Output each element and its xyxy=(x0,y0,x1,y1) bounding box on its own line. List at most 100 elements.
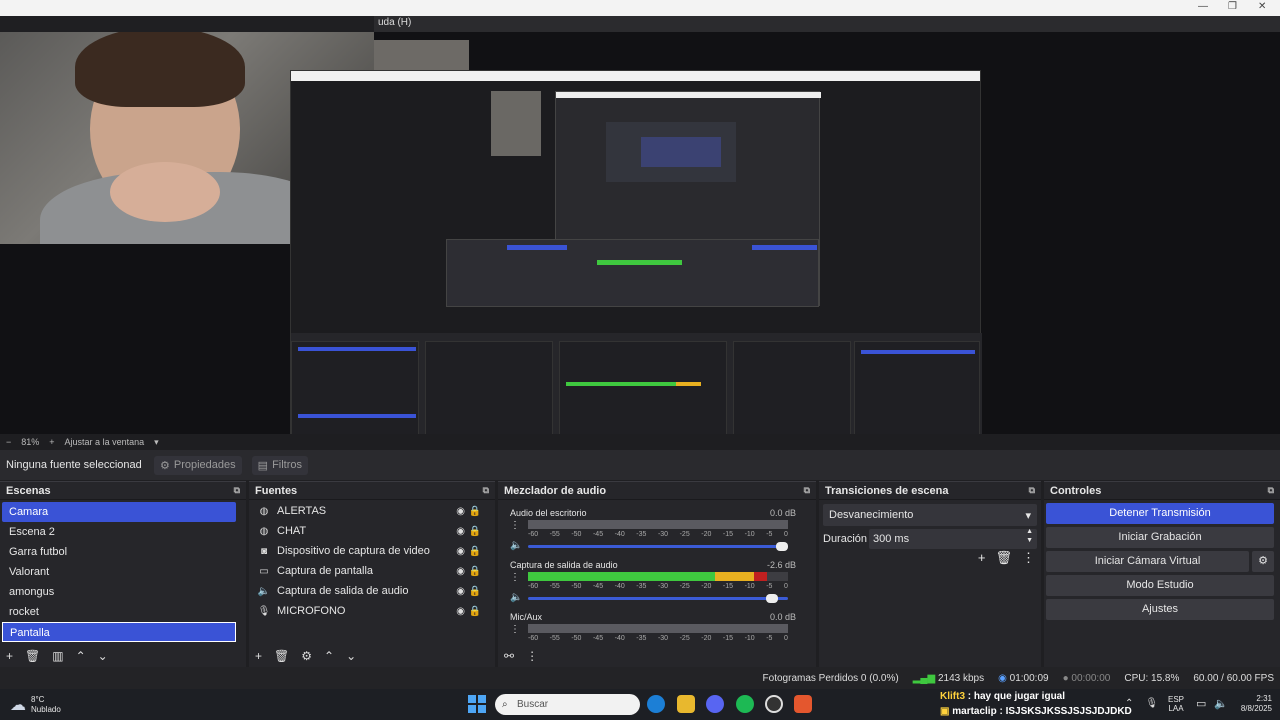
scene-item[interactable]: amongus xyxy=(2,582,236,602)
brave-icon[interactable] xyxy=(794,695,812,713)
lock-icon[interactable]: 🔒 xyxy=(469,526,481,537)
stop-stream-button[interactable]: Detener Transmisión xyxy=(1046,503,1274,524)
filter-icon[interactable]: ▥ xyxy=(52,649,63,663)
search-placeholder: Buscar xyxy=(517,699,549,710)
eye-icon[interactable]: ◉ xyxy=(456,506,465,517)
windows-start-icon[interactable] xyxy=(468,695,486,713)
zoom-in-button[interactable]: + xyxy=(49,437,54,447)
duration-label: Duración xyxy=(823,533,868,545)
link-icon[interactable]: ⚯ xyxy=(504,649,514,663)
lock-icon[interactable]: 🔒 xyxy=(469,606,481,617)
minimize-button[interactable]: — xyxy=(1198,1,1208,12)
camera-icon: ◙ xyxy=(260,545,268,557)
popout-icon[interactable]: ⧉ xyxy=(234,485,240,496)
chevron-up-icon[interactable]: ⌃ xyxy=(76,649,86,663)
eye-icon[interactable]: ◉ xyxy=(456,546,465,557)
zoom-dropdown[interactable]: ▾ xyxy=(154,437,159,448)
transition-select[interactable]: Desvanecimiento ▾ xyxy=(823,504,1037,526)
folder-icon[interactable] xyxy=(677,695,695,713)
obs-icon[interactable] xyxy=(765,695,783,713)
system-tray[interactable]: ▭ 🔈 xyxy=(1196,697,1228,710)
add-icon[interactable]: + xyxy=(255,649,262,663)
settings-button[interactable]: Ajustes xyxy=(1046,599,1274,620)
edge-icon[interactable] xyxy=(647,695,665,713)
tick-label: -45 xyxy=(592,531,604,538)
preview-canvas[interactable] xyxy=(0,32,1280,460)
speaker-icon[interactable]: 🔈 xyxy=(510,592,522,603)
source-item[interactable]: ◍ ALERTAS ◉ 🔒 xyxy=(249,501,495,521)
properties-button[interactable]: ⚙ Propiedades xyxy=(154,455,242,475)
weather-temp: 8°C xyxy=(31,695,45,704)
trash-icon[interactable]: 🗑 xyxy=(274,649,289,663)
spin-arrows-icon[interactable]: ▲ ▼ xyxy=(1026,527,1033,545)
scene-item[interactable]: Garra futbol xyxy=(2,542,236,562)
clock[interactable]: 2:31 8/8/2025 xyxy=(1232,694,1272,714)
spotify-icon[interactable] xyxy=(736,695,754,713)
more-options-icon[interactable]: ⋮ xyxy=(510,520,520,531)
eye-icon[interactable]: ◉ xyxy=(456,566,465,577)
trash-icon[interactable]: 🗑 xyxy=(995,550,1012,566)
eye-icon[interactable]: ◉ xyxy=(456,526,465,537)
lock-icon[interactable]: 🔒 xyxy=(469,586,481,597)
filters-button[interactable]: ▤ Filtros xyxy=(251,455,309,475)
scene-item[interactable]: Valorant xyxy=(2,562,236,582)
slider-knob[interactable] xyxy=(776,542,788,551)
badge-icon: ▣ xyxy=(940,706,953,717)
add-icon[interactable]: + xyxy=(6,649,13,663)
more-options-icon[interactable]: ⋮ xyxy=(510,624,520,635)
dropped-frames: Fotogramas Perdidos 0 (0.0%) xyxy=(762,672,899,684)
source-item[interactable]: 🎙 MICROFONO ◉ 🔒 xyxy=(249,601,495,621)
more-options-icon[interactable]: ⋮ xyxy=(1022,550,1035,566)
taskbar-search[interactable]: ⌕ Buscar xyxy=(495,694,640,715)
duration-spinbox[interactable]: 300 ms ▲ ▼ xyxy=(869,527,1037,549)
gear-icon[interactable]: ⚙ xyxy=(301,649,312,663)
discord-icon[interactable] xyxy=(706,695,724,713)
lock-icon[interactable]: 🔒 xyxy=(469,506,481,517)
source-item[interactable]: ◙ Dispositivo de captura de video ◉ 🔒 xyxy=(249,541,495,561)
eye-icon[interactable]: ◉ xyxy=(456,606,465,617)
popout-icon[interactable]: ⧉ xyxy=(804,485,810,496)
tick-label: -20 xyxy=(701,635,712,642)
source-item[interactable]: 🔈 Captura de salida de audio ◉ 🔒 xyxy=(249,581,495,601)
chevron-down-icon[interactable]: ⌄ xyxy=(346,649,356,663)
more-options-icon[interactable]: ⋮ xyxy=(526,649,538,663)
lock-icon[interactable]: 🔒 xyxy=(469,546,481,557)
weather-widget[interactable]: ☁ 8°C Nublado xyxy=(10,695,61,715)
popout-icon[interactable]: ⧉ xyxy=(1268,485,1274,496)
chevron-down-icon[interactable]: ⌄ xyxy=(98,649,108,663)
close-button[interactable]: ✕ xyxy=(1258,1,1266,12)
cpu-usage: CPU: 15.8% xyxy=(1124,672,1180,684)
studio-mode-button[interactable]: Modo Estudio xyxy=(1046,575,1274,596)
zoom-out-button[interactable]: − xyxy=(6,437,11,447)
eye-icon[interactable]: ◉ xyxy=(456,586,465,597)
trash-icon[interactable]: 🗑 xyxy=(25,649,40,663)
start-recording-button[interactable]: Iniciar Grabación xyxy=(1046,527,1274,548)
scene-item-editing[interactable]: Pantalla xyxy=(2,622,236,642)
language-indicator[interactable]: ESP LAA xyxy=(1168,695,1184,713)
tick-label: -40 xyxy=(614,583,625,590)
add-icon[interactable]: + xyxy=(978,550,986,566)
record-icon: ● xyxy=(1062,672,1069,684)
virtual-camera-button[interactable]: Iniciar Cámara Virtual xyxy=(1046,551,1249,572)
volume-slider[interactable] xyxy=(528,594,788,603)
meter-ticks: -60 -55 -50 -45 -40 -35 -30 -25 -20 -15 -10 -5 0 xyxy=(528,583,788,590)
scene-item[interactable]: rocket xyxy=(2,602,236,622)
microphone-icon[interactable]: 🎙 xyxy=(1145,698,1158,709)
menu-help[interactable]: uda (H) xyxy=(378,17,411,28)
maximize-button[interactable]: ❐ xyxy=(1228,1,1237,12)
popout-icon[interactable]: ⧉ xyxy=(1029,485,1035,496)
gear-icon[interactable]: ⚙ xyxy=(1252,551,1274,572)
popout-icon[interactable]: ⧉ xyxy=(483,485,489,496)
slider-knob[interactable] xyxy=(766,594,778,603)
source-item[interactable]: ▭ Captura de pantalla ◉ 🔒 xyxy=(249,561,495,581)
volume-slider[interactable] xyxy=(528,542,788,551)
tick-label: -60 xyxy=(528,583,539,590)
channel-db: -2.6 dB xyxy=(766,560,796,570)
lock-icon[interactable]: 🔒 xyxy=(469,566,481,577)
scene-item[interactable]: Escena 2 xyxy=(2,522,236,542)
source-item[interactable]: ◍ CHAT ◉ 🔒 xyxy=(249,521,495,541)
more-options-icon[interactable]: ⋮ xyxy=(510,572,520,583)
chevron-up-icon[interactable]: ⌃ xyxy=(324,649,334,663)
scene-item[interactable]: Camara xyxy=(2,502,236,522)
speaker-icon[interactable]: 🔈 xyxy=(510,540,522,551)
